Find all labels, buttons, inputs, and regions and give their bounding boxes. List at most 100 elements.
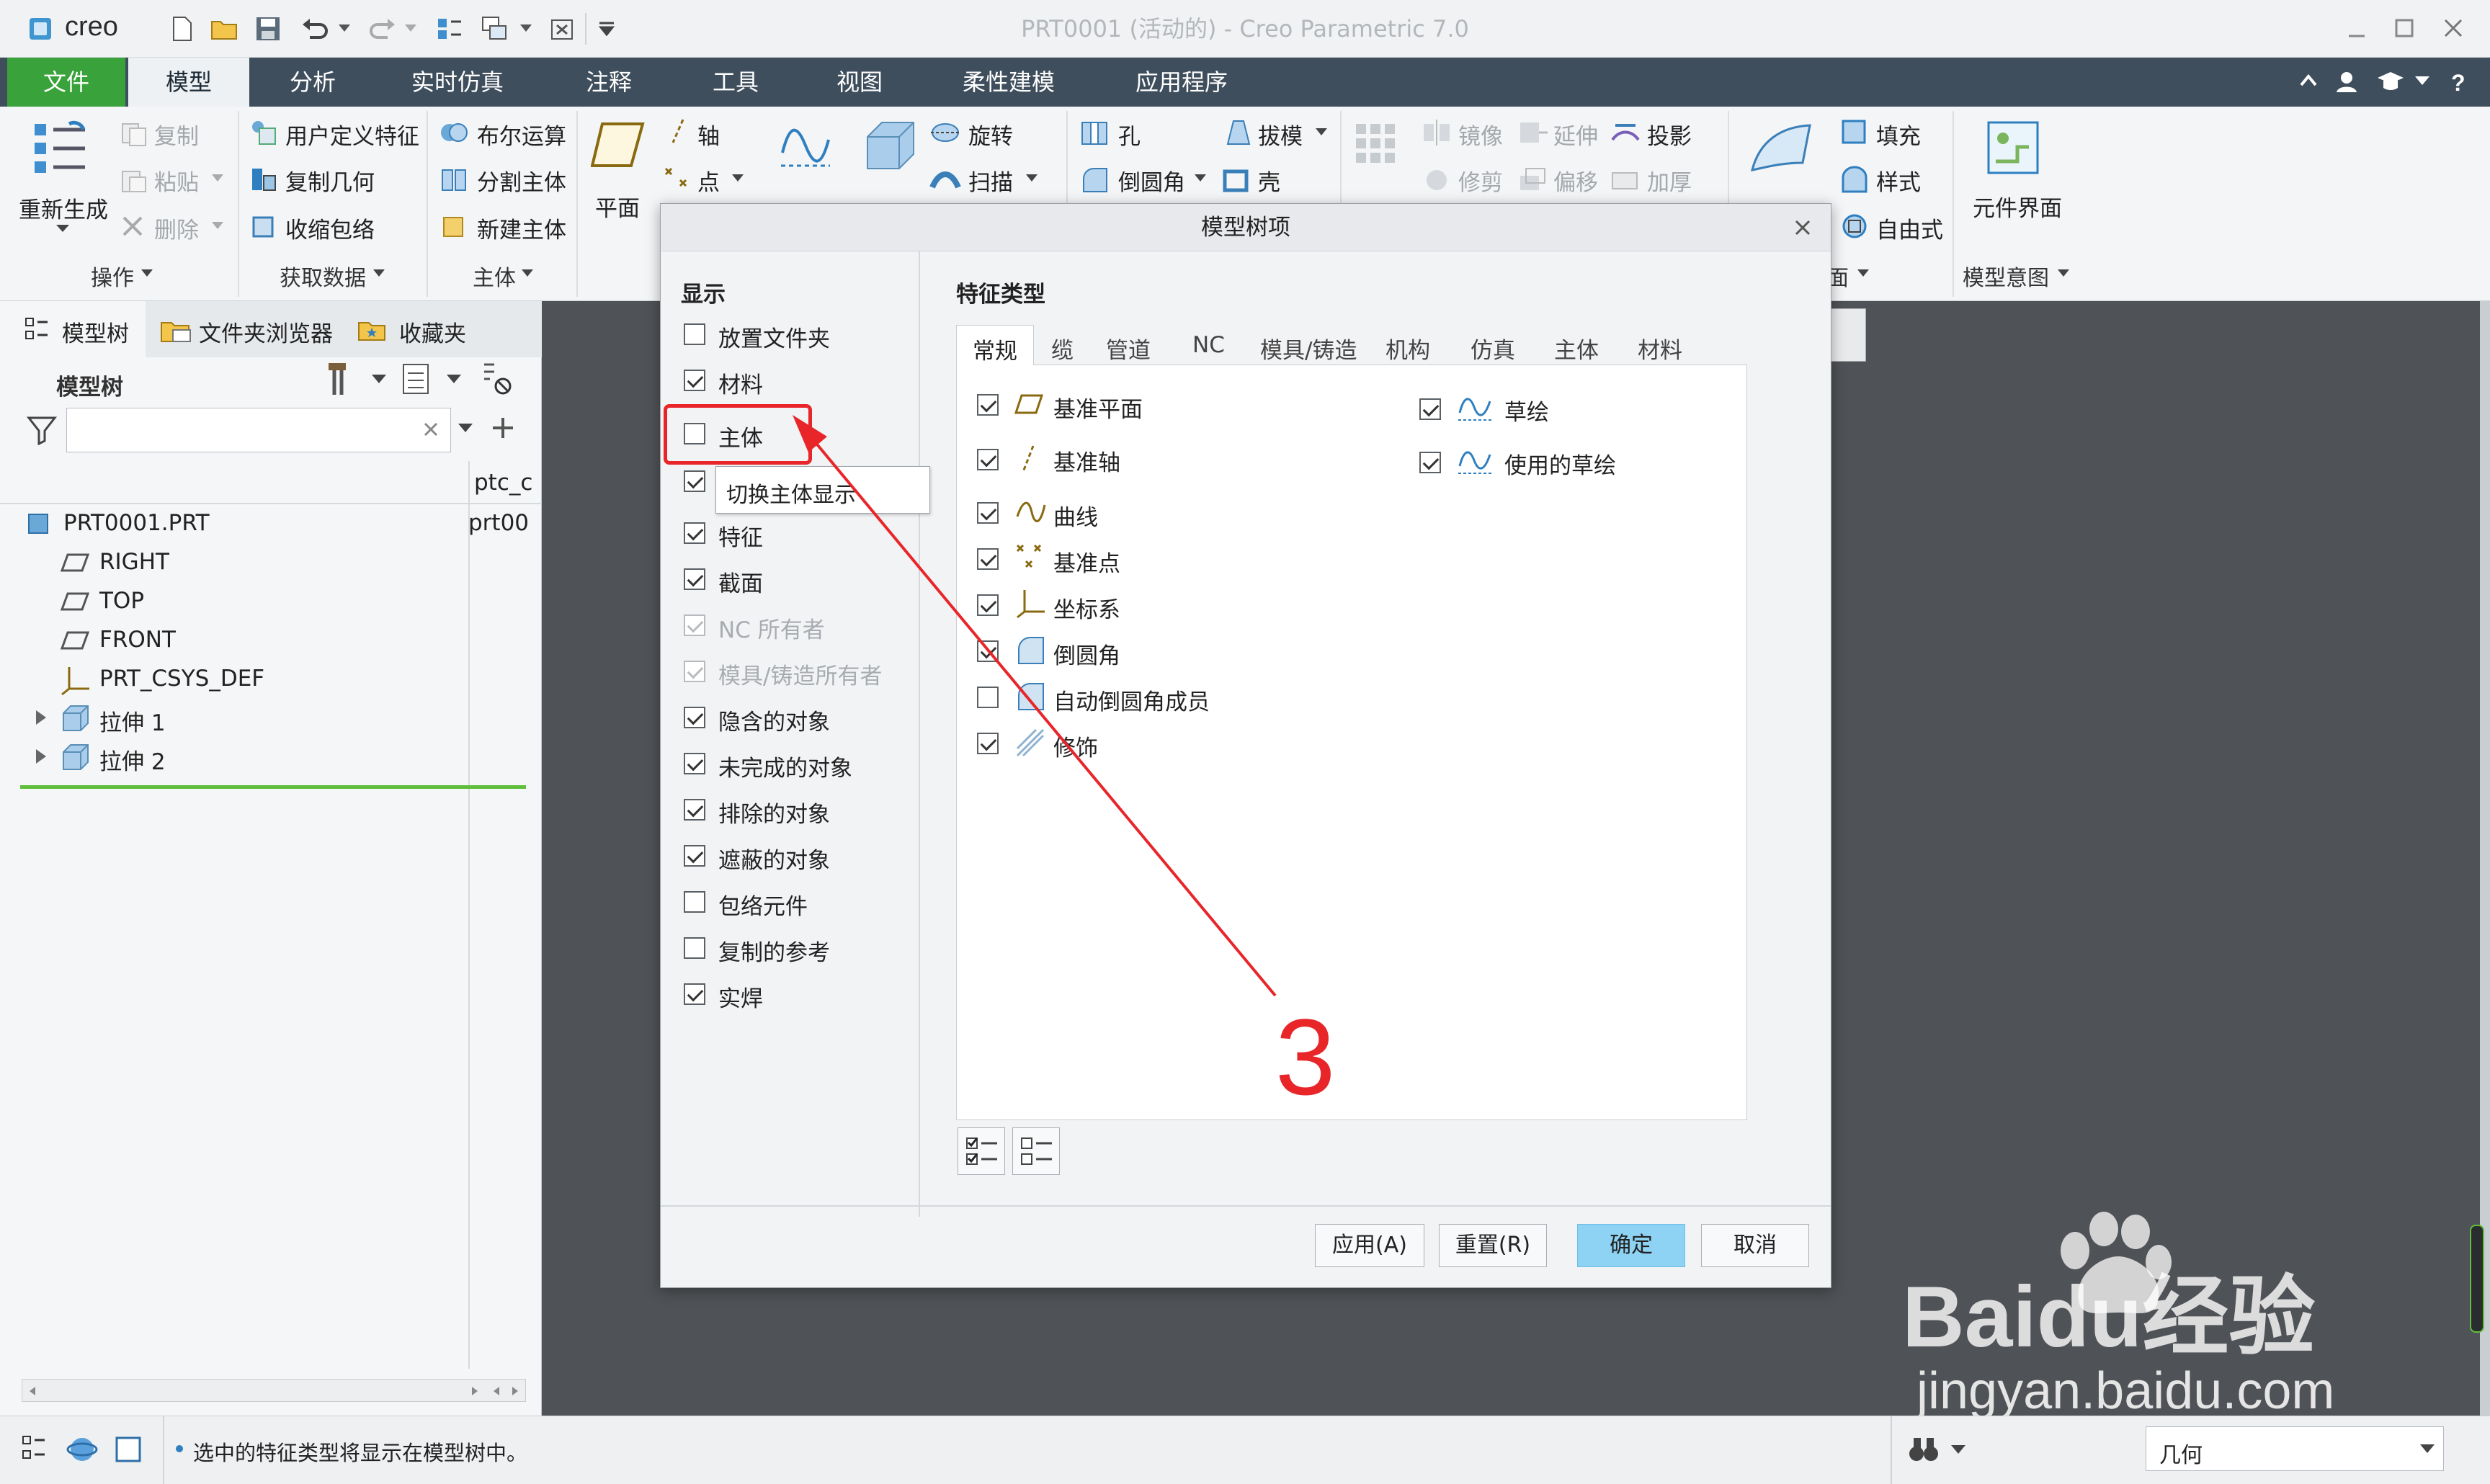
- delete-button[interactable]: 删除: [154, 212, 199, 244]
- tab-tools[interactable]: 工具: [682, 58, 790, 107]
- save-icon[interactable]: [255, 16, 281, 42]
- shell-button[interactable]: 壳: [1258, 164, 1280, 197]
- insert-here-indicator[interactable]: [20, 785, 526, 789]
- body-group-dropdown-icon[interactable]: [522, 269, 533, 278]
- tree-item-extrude-1[interactable]: 拉伸 1: [13, 699, 460, 738]
- copy-button[interactable]: 复制: [154, 118, 199, 151]
- feature-tab-mechanism[interactable]: 机构: [1385, 332, 1430, 365]
- surfaces-group-dropdown-icon[interactable]: [1857, 269, 1869, 278]
- freestyle-button[interactable]: 自由式: [1876, 212, 1943, 244]
- customize-qat-icon[interactable]: [598, 22, 615, 36]
- feature-tab-body[interactable]: 主体: [1554, 332, 1599, 365]
- draft-dropdown-icon[interactable]: [1316, 128, 1327, 137]
- redo-icon[interactable]: [367, 17, 396, 40]
- tree-item-part[interactable]: PRT0001.PRT: [13, 504, 460, 543]
- get-data-group-dropdown-icon[interactable]: [373, 269, 385, 278]
- undo-dropdown-icon[interactable]: [339, 24, 350, 33]
- regenerate-icon[interactable]: [32, 117, 94, 183]
- axis-button[interactable]: 轴: [697, 118, 720, 151]
- filter-dropdown-icon[interactable]: [2420, 1444, 2435, 1454]
- operations-group-dropdown-icon[interactable]: [141, 269, 153, 278]
- show-navigator-icon[interactable]: [20, 1434, 49, 1465]
- maximize-icon[interactable]: [2393, 17, 2415, 39]
- tab-live-simulation[interactable]: 实时仿真: [382, 58, 533, 107]
- tab-annotate[interactable]: 注释: [555, 58, 663, 107]
- select-all-button[interactable]: [958, 1127, 1005, 1175]
- revolve-button[interactable]: 旋转: [968, 118, 1013, 151]
- tree-settings-dropdown-icon[interactable]: [372, 375, 386, 385]
- new-file-icon[interactable]: [171, 16, 193, 42]
- clear-all-button[interactable]: [1012, 1127, 1060, 1175]
- tree-columns-dropdown-icon[interactable]: [447, 375, 461, 385]
- extend-button[interactable]: 延伸: [1553, 118, 1598, 151]
- tree-item-right[interactable]: RIGHT: [13, 543, 460, 582]
- paste-dropdown-icon[interactable]: [212, 174, 223, 183]
- learning-icon[interactable]: [2376, 69, 2405, 94]
- scroll-left-icon[interactable]: [27, 1385, 38, 1397]
- collapse-ribbon-icon[interactable]: [2298, 71, 2319, 91]
- checkbox-copied-references[interactable]: [684, 937, 705, 959]
- apply-button[interactable]: 应用(A): [1315, 1224, 1424, 1267]
- point-dropdown-icon[interactable]: [732, 174, 744, 183]
- feature-tab-general[interactable]: 常规: [956, 325, 1034, 366]
- expand-arrow-icon[interactable]: [35, 748, 49, 765]
- round-button[interactable]: 倒圆角: [1118, 164, 1185, 197]
- regenerate-quick-icon[interactable]: [435, 14, 464, 43]
- group-operations[interactable]: 操作: [91, 260, 134, 292]
- split-body-button[interactable]: 分割主体: [477, 164, 566, 197]
- point-button[interactable]: 点: [697, 164, 720, 197]
- paste-button[interactable]: 粘贴: [154, 164, 199, 197]
- tab-file[interactable]: 文件: [7, 58, 125, 107]
- checkbox-features[interactable]: [684, 522, 705, 544]
- group-body[interactable]: 主体: [473, 260, 516, 292]
- checkbox-excluded-objects[interactable]: [684, 799, 705, 821]
- model-tree-search-input[interactable]: [66, 408, 451, 452]
- checkbox-placement-folder[interactable]: [684, 323, 705, 345]
- scroll-right-icon[interactable]: [469, 1385, 481, 1397]
- tree-column-header[interactable]: ptc_c: [474, 470, 533, 501]
- checkbox-hidden-by-tooltip[interactable]: [684, 470, 705, 492]
- feature-tab-cabling[interactable]: 缆: [1051, 332, 1074, 365]
- graphics-side-slider[interactable]: [2470, 1225, 2484, 1333]
- full-screen-icon[interactable]: [114, 1435, 143, 1464]
- tab-applications[interactable]: 应用程序: [1110, 58, 1254, 107]
- draft-button[interactable]: 拔模: [1258, 118, 1303, 151]
- help-icon[interactable]: ?: [2447, 68, 2468, 97]
- scroll-right-icon[interactable]: [509, 1385, 521, 1397]
- close-icon[interactable]: [2442, 17, 2464, 39]
- checkbox-material[interactable]: [684, 370, 705, 391]
- boolean-button[interactable]: 布尔运算: [477, 118, 566, 151]
- checkbox-sketch[interactable]: [1419, 398, 1441, 420]
- checkbox-envelope-components[interactable]: [684, 891, 705, 913]
- regenerate-button[interactable]: 重新生成: [19, 192, 108, 224]
- expand-arrow-icon[interactable]: [35, 709, 49, 726]
- checkbox-welds[interactable]: [684, 983, 705, 1005]
- sweep-button[interactable]: 扫描: [968, 164, 1013, 197]
- tab-view[interactable]: 视图: [806, 58, 914, 107]
- feature-tab-piping[interactable]: 管道: [1106, 332, 1151, 365]
- tree-item-top[interactable]: TOP: [13, 582, 460, 621]
- minimize-icon[interactable]: [2346, 19, 2368, 40]
- tab-favorites[interactable]: 收藏夹: [399, 316, 466, 348]
- checkbox-suppressed-objects[interactable]: [684, 707, 705, 728]
- tab-folder-browser[interactable]: 文件夹浏览器: [199, 316, 333, 348]
- thicken-button[interactable]: 加厚: [1647, 164, 1692, 197]
- open-folder-icon[interactable]: [210, 16, 239, 42]
- copy-geometry-button[interactable]: 复制几何: [285, 164, 375, 197]
- ok-button[interactable]: 确定: [1577, 1224, 1685, 1267]
- redo-dropdown-icon[interactable]: [405, 24, 416, 33]
- plane-button[interactable]: 平面: [595, 190, 640, 223]
- tree-item-front[interactable]: FRONT: [13, 621, 460, 660]
- learning-dropdown-icon[interactable]: [2415, 76, 2429, 86]
- group-model-intent[interactable]: 模型意图: [1963, 260, 2049, 292]
- udf-button[interactable]: 用户定义特征: [285, 118, 419, 151]
- search-dropdown-icon[interactable]: [458, 424, 473, 434]
- windows-dropdown-icon[interactable]: [520, 24, 532, 33]
- feature-tab-mold-casting[interactable]: 模具/铸造: [1260, 332, 1357, 365]
- shrinkwrap-button[interactable]: 收缩包络: [285, 212, 375, 244]
- feature-tab-material[interactable]: 材料: [1638, 332, 1682, 365]
- round-dropdown-icon[interactable]: [1195, 174, 1206, 183]
- find-dropdown-icon[interactable]: [1951, 1445, 1965, 1455]
- tree-item-extrude-2[interactable]: 拉伸 2: [13, 738, 460, 777]
- find-binoculars-icon[interactable]: [1906, 1432, 1941, 1467]
